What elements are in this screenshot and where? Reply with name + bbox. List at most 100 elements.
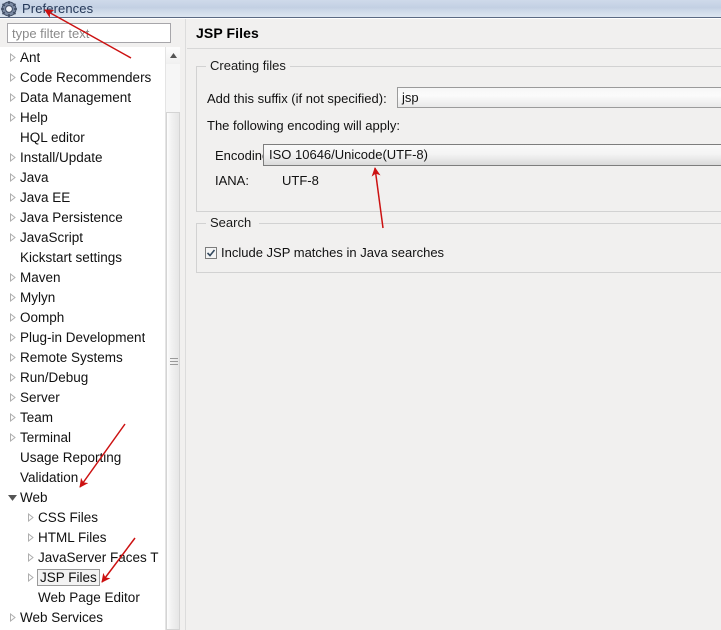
tree-item-label: HQL editor xyxy=(20,129,85,145)
creating-files-legend: Creating files xyxy=(206,58,290,73)
chevron-right-icon[interactable] xyxy=(4,412,20,422)
tree-item-label: Web Services xyxy=(20,609,104,625)
chevron-right-icon[interactable] xyxy=(4,292,20,302)
tree-item-javaserver-faces-t[interactable]: JavaServer Faces T xyxy=(0,547,165,567)
tree-item-label: Run/Debug xyxy=(20,369,89,385)
chevron-right-icon[interactable] xyxy=(4,52,20,62)
include-jsp-matches-checkbox-row[interactable]: Include JSP matches in Java searches xyxy=(205,245,444,260)
filter-input[interactable]: type filter text xyxy=(7,23,171,43)
chevron-right-icon[interactable] xyxy=(4,312,20,322)
tree-item-label: Web Page Editor xyxy=(38,589,140,605)
preferences-tree-rows: Ant Code Recommenders Data Management Help H… xyxy=(0,47,165,627)
tree-item-web[interactable]: Web xyxy=(0,487,165,507)
chevron-right-icon[interactable] xyxy=(4,192,20,202)
tree-item-oomph[interactable]: Oomph xyxy=(0,307,165,327)
chevron-down-icon[interactable] xyxy=(4,493,20,502)
chevron-right-icon[interactable] xyxy=(4,332,20,342)
tree-item-label: Java EE xyxy=(20,189,71,205)
chevron-right-icon[interactable] xyxy=(4,172,20,182)
chevron-right-icon[interactable] xyxy=(4,92,20,102)
chevron-right-icon[interactable] xyxy=(22,512,38,522)
tree-item-plug-in-development[interactable]: Plug-in Development xyxy=(0,327,165,347)
page-title: JSP Files xyxy=(196,25,259,41)
tree-item-validation[interactable]: Validation xyxy=(0,467,165,487)
tree-item-jsp-files[interactable]: JSP Files xyxy=(0,567,165,587)
chevron-right-icon[interactable] xyxy=(4,352,20,362)
tree-item-javascript[interactable]: JavaScript xyxy=(0,227,165,247)
tree-item-kickstart-settings[interactable]: Kickstart settings xyxy=(0,247,165,267)
chevron-right-icon[interactable] xyxy=(4,152,20,162)
suffix-input[interactable]: jsp xyxy=(397,87,721,108)
tree-item-label: Terminal xyxy=(20,429,72,445)
tree-item-css-files[interactable]: CSS Files xyxy=(0,507,165,527)
tree-item-web-page-editor[interactable]: Web Page Editor xyxy=(0,587,165,607)
search-legend: Search xyxy=(206,215,256,230)
tree-item-code-recommenders[interactable]: Code Recommenders xyxy=(0,67,165,87)
scrollbar-grip-icon xyxy=(170,358,178,366)
tree-item-java-persistence[interactable]: Java Persistence xyxy=(0,207,165,227)
tree-item-label: Maven xyxy=(20,269,61,285)
chevron-right-icon[interactable] xyxy=(4,112,20,122)
tree-item-terminal[interactable]: Terminal xyxy=(0,427,165,447)
tree-item-install-update[interactable]: Install/Update xyxy=(0,147,165,167)
include-jsp-matches-checkbox[interactable] xyxy=(205,246,217,259)
tree-vertical-scrollbar[interactable] xyxy=(165,47,180,630)
tree-item-mylyn[interactable]: Mylyn xyxy=(0,287,165,307)
tree-item-label: Server xyxy=(20,389,60,405)
tree-item-label: Web xyxy=(20,489,48,505)
chevron-right-icon[interactable] xyxy=(4,72,20,82)
iana-value: UTF-8 xyxy=(282,173,319,188)
tree-item-label: CSS Files xyxy=(38,509,99,525)
chevron-right-icon[interactable] xyxy=(4,372,20,382)
tree-item-java-ee[interactable]: Java EE xyxy=(0,187,165,207)
suffix-label: Add this suffix (if not specified): xyxy=(207,91,387,106)
encoding-combobox[interactable]: ISO 10646/Unicode(UTF-8) xyxy=(263,144,721,166)
chevron-right-icon[interactable] xyxy=(4,232,20,242)
scroll-up-arrow-icon[interactable] xyxy=(166,47,180,64)
tree-item-html-files[interactable]: HTML Files xyxy=(0,527,165,547)
tree-item-maven[interactable]: Maven xyxy=(0,267,165,287)
encoding-note: The following encoding will apply: xyxy=(207,118,400,133)
preferences-dialog: type filter text Ant Code Recommenders Dat… xyxy=(0,19,721,630)
tree-item-hql-editor[interactable]: HQL editor xyxy=(0,127,165,147)
tree-item-label: JavaServer Faces T xyxy=(38,549,159,565)
tree-item-remote-systems[interactable]: Remote Systems xyxy=(0,347,165,367)
iana-label: IANA: xyxy=(215,173,249,188)
tree-item-help[interactable]: Help xyxy=(0,107,165,127)
tree-item-run-debug[interactable]: Run/Debug xyxy=(0,367,165,387)
tree-item-ant[interactable]: Ant xyxy=(0,47,165,67)
tree-item-label: Code Recommenders xyxy=(20,69,152,85)
chevron-right-icon[interactable] xyxy=(4,212,20,222)
chevron-right-icon[interactable] xyxy=(4,432,20,442)
tree-item-label: Team xyxy=(20,409,54,425)
chevron-right-icon[interactable] xyxy=(22,572,38,582)
creating-files-group: Creating files Add this suffix (if not s… xyxy=(196,58,721,212)
tree-item-usage-reporting[interactable]: Usage Reporting xyxy=(0,447,165,467)
tree-item-label: Ant xyxy=(20,49,41,65)
search-group: Search Include JSP matches in Java searc… xyxy=(196,215,721,273)
pane-splitter[interactable] xyxy=(180,19,186,630)
include-jsp-matches-label: Include JSP matches in Java searches xyxy=(221,245,445,260)
tree-item-label: Install/Update xyxy=(20,149,103,165)
preferences-gear-icon xyxy=(1,0,17,17)
tree-item-server[interactable]: Server xyxy=(0,387,165,407)
tree-item-label: Help xyxy=(20,109,48,125)
chevron-right-icon[interactable] xyxy=(4,612,20,622)
tree-item-label: JavaScript xyxy=(20,229,84,245)
tree-scrollbar-thumb[interactable] xyxy=(166,112,180,630)
tree-item-label: Kickstart settings xyxy=(20,249,123,265)
tree-item-web-services[interactable]: Web Services xyxy=(0,607,165,627)
tree-item-data-management[interactable]: Data Management xyxy=(0,87,165,107)
tree-item-java[interactable]: Java xyxy=(0,167,165,187)
tree-item-label: Java Persistence xyxy=(20,209,123,225)
tree-item-label: Validation xyxy=(20,469,79,485)
tree-item-label: Remote Systems xyxy=(20,349,123,365)
tree-item-label: Plug-in Development xyxy=(20,329,146,345)
preferences-right-pane: JSP Files Creating files Add this suffix… xyxy=(187,19,721,630)
chevron-right-icon[interactable] xyxy=(22,532,38,542)
chevron-right-icon[interactable] xyxy=(4,272,20,282)
chevron-right-icon[interactable] xyxy=(4,392,20,402)
tree-item-team[interactable]: Team xyxy=(0,407,165,427)
chevron-right-icon[interactable] xyxy=(22,552,38,562)
preferences-tree[interactable]: Ant Code Recommenders Data Management Help H… xyxy=(0,47,180,630)
